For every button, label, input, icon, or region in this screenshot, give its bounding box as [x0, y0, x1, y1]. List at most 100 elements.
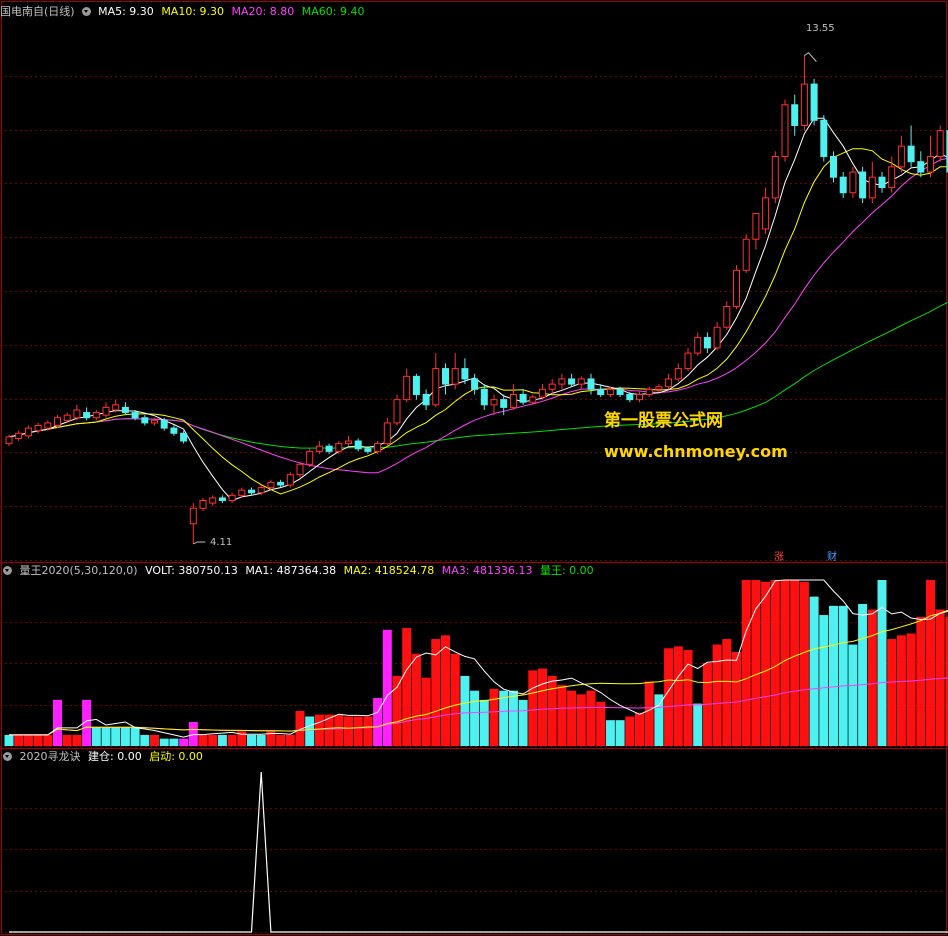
panel-menu-icon[interactable] — [3, 752, 12, 761]
candle — [180, 432, 188, 442]
high-price-label: 13.55 — [806, 23, 835, 34]
indicator-name: 量王2020(5,30,120,0) — [19, 564, 138, 577]
candle — [859, 171, 867, 199]
candle — [15, 432, 23, 439]
candle — [490, 399, 498, 406]
volume-bar — [848, 644, 858, 746]
candle — [44, 422, 52, 429]
candle — [325, 445, 333, 452]
candle — [684, 352, 692, 370]
volume-bar — [518, 699, 528, 746]
price-panel-legend: 国电南自(日线) MA5: 9.30 MA10: 9.30 MA20: 8.80… — [0, 4, 368, 20]
volume-bar — [43, 734, 53, 746]
volume-bar — [14, 734, 24, 746]
volume-bar — [906, 633, 916, 746]
volume-bar — [314, 714, 324, 746]
candle — [354, 440, 362, 450]
candle — [345, 440, 352, 445]
volume-bar — [916, 616, 926, 746]
candle — [393, 399, 401, 424]
candle — [403, 375, 411, 401]
candle — [189, 507, 197, 525]
volume-bar — [605, 720, 615, 746]
candle — [927, 156, 934, 173]
volume-bar — [169, 738, 179, 746]
candle — [597, 388, 605, 395]
candle — [131, 412, 139, 419]
candle — [277, 481, 285, 486]
ma60-line — [8, 301, 948, 449]
candle — [451, 368, 459, 385]
volume-bar — [33, 734, 43, 746]
volume-bar — [625, 716, 635, 746]
volume-bar — [693, 703, 703, 746]
badge-cai[interactable]: 财 — [827, 548, 837, 563]
volume-bar — [247, 734, 256, 746]
panel-menu-icon[interactable] — [3, 566, 12, 575]
candle — [257, 487, 265, 494]
candle — [480, 388, 488, 406]
candle — [83, 412, 91, 419]
volume-bar — [217, 734, 227, 746]
candle — [315, 445, 323, 452]
candle — [432, 368, 440, 406]
volume-bar — [130, 727, 140, 746]
volume-bar — [935, 609, 945, 746]
candle — [936, 130, 944, 157]
candle — [539, 388, 546, 398]
volume-panel-legend: 量王2020(5,30,120,0) VOLT: 380750.13 MA1: … — [0, 563, 598, 579]
candle — [383, 422, 391, 445]
legend-ma5: MA5: 9.30 — [98, 5, 154, 18]
volume-bar — [741, 580, 751, 746]
candle — [791, 104, 799, 126]
candle — [626, 393, 634, 401]
volume-bar — [673, 646, 683, 746]
volume-bar — [421, 677, 431, 746]
candle — [267, 481, 275, 489]
candle — [733, 269, 740, 308]
legend-liangwang: 量王: 0.00 — [539, 564, 594, 577]
candle — [558, 378, 566, 385]
volume-bar — [877, 580, 887, 746]
candle — [5, 436, 13, 445]
badge-zhang[interactable]: 涨 — [774, 548, 784, 563]
candle — [509, 393, 517, 408]
volume-bar — [276, 734, 286, 746]
candle — [141, 417, 149, 424]
candle — [24, 427, 32, 437]
panel-menu-icon[interactable] — [81, 7, 91, 16]
candle — [674, 368, 682, 380]
candle — [878, 176, 886, 189]
candle — [897, 145, 905, 168]
candle — [655, 386, 663, 390]
volume-bar — [732, 651, 741, 746]
candle — [849, 171, 857, 194]
candle — [461, 368, 469, 380]
candle — [703, 337, 711, 349]
ma5-line — [8, 117, 948, 502]
volume-bar — [926, 580, 935, 746]
volume-bar — [887, 639, 897, 746]
volume-bar — [838, 605, 848, 746]
candle — [519, 393, 527, 403]
volume-bar — [567, 690, 577, 746]
chart-frame — [1, 1, 947, 935]
candle — [839, 176, 847, 194]
candle — [917, 161, 925, 173]
candle — [742, 238, 750, 271]
candle — [636, 393, 643, 401]
candle — [412, 375, 420, 395]
legend-ma3: MA3: 481336.13 — [441, 564, 533, 577]
volume-bar — [896, 635, 906, 746]
candle — [102, 406, 110, 416]
volume-bar — [179, 738, 189, 746]
chart-canvas[interactable] — [0, 0, 948, 936]
candle — [713, 326, 721, 349]
candle — [577, 378, 585, 385]
candle — [587, 378, 595, 390]
jiancang-signal-line — [9, 771, 948, 933]
watermark-url: www.chnmoney.com — [604, 442, 788, 461]
candle — [781, 104, 789, 158]
volume-bar — [635, 712, 644, 746]
candle — [645, 388, 653, 395]
